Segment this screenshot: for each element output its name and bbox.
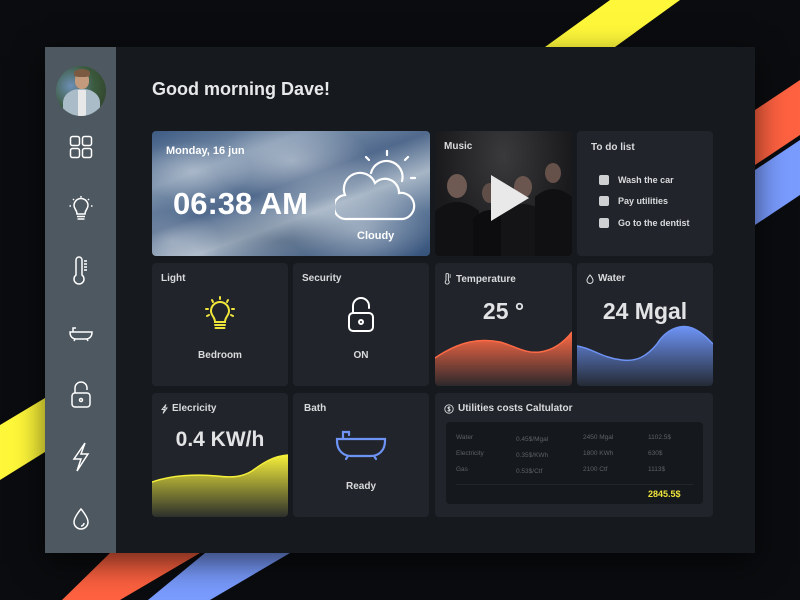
- lightning-icon: [161, 403, 168, 414]
- partly-cloudy-icon: [335, 149, 417, 221]
- weather-card[interactable]: Monday, 16 jun 06:38 AM Cloudy: [152, 131, 430, 256]
- sidebar-item-security[interactable]: [45, 364, 116, 426]
- security-card[interactable]: Security ON: [293, 263, 429, 386]
- bath-title: Bath: [304, 403, 327, 414]
- bathtub-icon: [68, 327, 93, 342]
- security-title: Security: [302, 273, 342, 284]
- dollar-coin-icon: [444, 403, 454, 414]
- main-content: Good morning Dave! Monday, 16 jun 06:38 …: [116, 47, 755, 553]
- todo-item[interactable]: Wash the car: [599, 175, 674, 185]
- sidebar-item-water[interactable]: [45, 488, 116, 550]
- utility-name: Gas: [456, 466, 468, 473]
- water-title: Water: [586, 273, 625, 284]
- utility-name: Water: [456, 434, 474, 441]
- lock-icon: [70, 381, 91, 408]
- music-card[interactable]: Music: [435, 131, 572, 256]
- utilities-calculator-card: Utilities costs Caltulator Water 0.45$/M…: [435, 393, 713, 517]
- avatar-hair: [73, 69, 90, 77]
- utilities-total: 2845.5$: [648, 489, 681, 499]
- grid-icon: [69, 135, 92, 159]
- temperature-card[interactable]: Temperature 25 °: [435, 263, 572, 386]
- checkbox[interactable]: [599, 218, 609, 228]
- avatar-shirt: [77, 90, 86, 116]
- utility-rate: 0.45$/Mgal: [516, 436, 549, 443]
- utility-name: Electricity: [456, 450, 484, 457]
- dashboard-window: Good morning Dave! Monday, 16 jun 06:38 …: [45, 47, 755, 553]
- utility-usage: 1800 KWh: [583, 450, 614, 457]
- light-title: Light: [161, 273, 186, 284]
- utility-usage: 2100 Ctf: [583, 466, 608, 473]
- utility-usage: 2450 Mgal: [583, 434, 614, 441]
- lightning-icon: [72, 442, 89, 472]
- weather-condition: Cloudy: [357, 230, 395, 242]
- yellow-stripe-top: [545, 0, 680, 47]
- todo-card: To do list Wash the car Pay utilities Go…: [577, 131, 713, 256]
- electricity-title-text: Elecricity: [172, 403, 217, 414]
- utility-rate: 0.35$/KWh: [516, 452, 549, 459]
- light-card[interactable]: Light Bedroom: [152, 263, 288, 386]
- electricity-wave-chart: [152, 454, 288, 517]
- yellow-stripe-left: [0, 398, 45, 480]
- unlocked-lock-icon: [348, 297, 374, 332]
- utility-rate: 0.53$/Ctf: [516, 468, 543, 475]
- weather-time: 06:38 AM: [173, 186, 308, 221]
- utility-cost: 1102.5$: [648, 434, 672, 441]
- temperature-wave-area: [435, 332, 572, 386]
- electricity-wave-area: [152, 455, 288, 517]
- checkbox[interactable]: [599, 175, 609, 185]
- checkbox[interactable]: [599, 196, 609, 206]
- bath-card[interactable]: Bath Ready: [293, 393, 429, 517]
- todo-label: Pay utilities: [618, 196, 669, 206]
- water-wave-area: [577, 326, 713, 386]
- sidebar-item-electricity[interactable]: [45, 426, 116, 488]
- utility-cost: 630$: [648, 450, 663, 457]
- water-card[interactable]: Water 24 Mgal: [577, 263, 713, 386]
- utilities-title: Utilities costs Caltulator: [444, 403, 572, 414]
- todo-item[interactable]: Go to the dentist: [599, 218, 690, 228]
- bathtub-icon: [335, 430, 387, 461]
- lightbulb-icon: [205, 296, 235, 329]
- temperature-title: Temperature: [444, 273, 516, 285]
- todo-label: Wash the car: [618, 175, 674, 185]
- water-title-text: Water: [598, 273, 626, 284]
- sidebar-item-light[interactable]: [45, 178, 116, 240]
- water-wave-chart: [577, 325, 713, 386]
- thermometer-icon: [72, 256, 87, 285]
- thermometer-icon: [444, 273, 451, 285]
- todo-label: Go to the dentist: [618, 218, 690, 228]
- sidebar-item-dashboard[interactable]: [45, 116, 116, 178]
- water-drop-icon: [586, 273, 594, 284]
- todo-item[interactable]: Pay utilities: [599, 196, 668, 206]
- temperature-title-text: Temperature: [456, 273, 516, 285]
- electricity-card[interactable]: Elecricity 0.4 KW/h: [152, 393, 288, 517]
- weather-date: Monday, 16 jun: [166, 145, 245, 157]
- todo-title: To do list: [591, 142, 635, 153]
- light-room: Bedroom: [198, 350, 242, 361]
- greeting-title: Good morning Dave!: [152, 79, 331, 99]
- electricity-title: Elecricity: [161, 403, 216, 414]
- utilities-title-text: Utilities costs Caltulator: [458, 403, 573, 414]
- bath-status: Ready: [345, 481, 376, 492]
- utilities-table: Water 0.45$/Mgal 2450 Mgal 1102.5$ Elect…: [446, 422, 703, 504]
- sidebar-item-temperature[interactable]: [45, 240, 116, 302]
- temperature-wave-chart: [435, 331, 572, 386]
- table-divider: [456, 484, 693, 485]
- water-drop-icon: [72, 507, 89, 530]
- sidebar-item-bath[interactable]: [45, 302, 116, 364]
- sidebar: [45, 47, 116, 553]
- lightbulb-icon: [69, 196, 92, 220]
- security-status: ON: [353, 350, 369, 361]
- avatar[interactable]: [55, 66, 106, 116]
- music-title: Music: [444, 141, 473, 152]
- play-icon[interactable]: [491, 175, 529, 221]
- utility-cost: 1113$: [648, 466, 666, 473]
